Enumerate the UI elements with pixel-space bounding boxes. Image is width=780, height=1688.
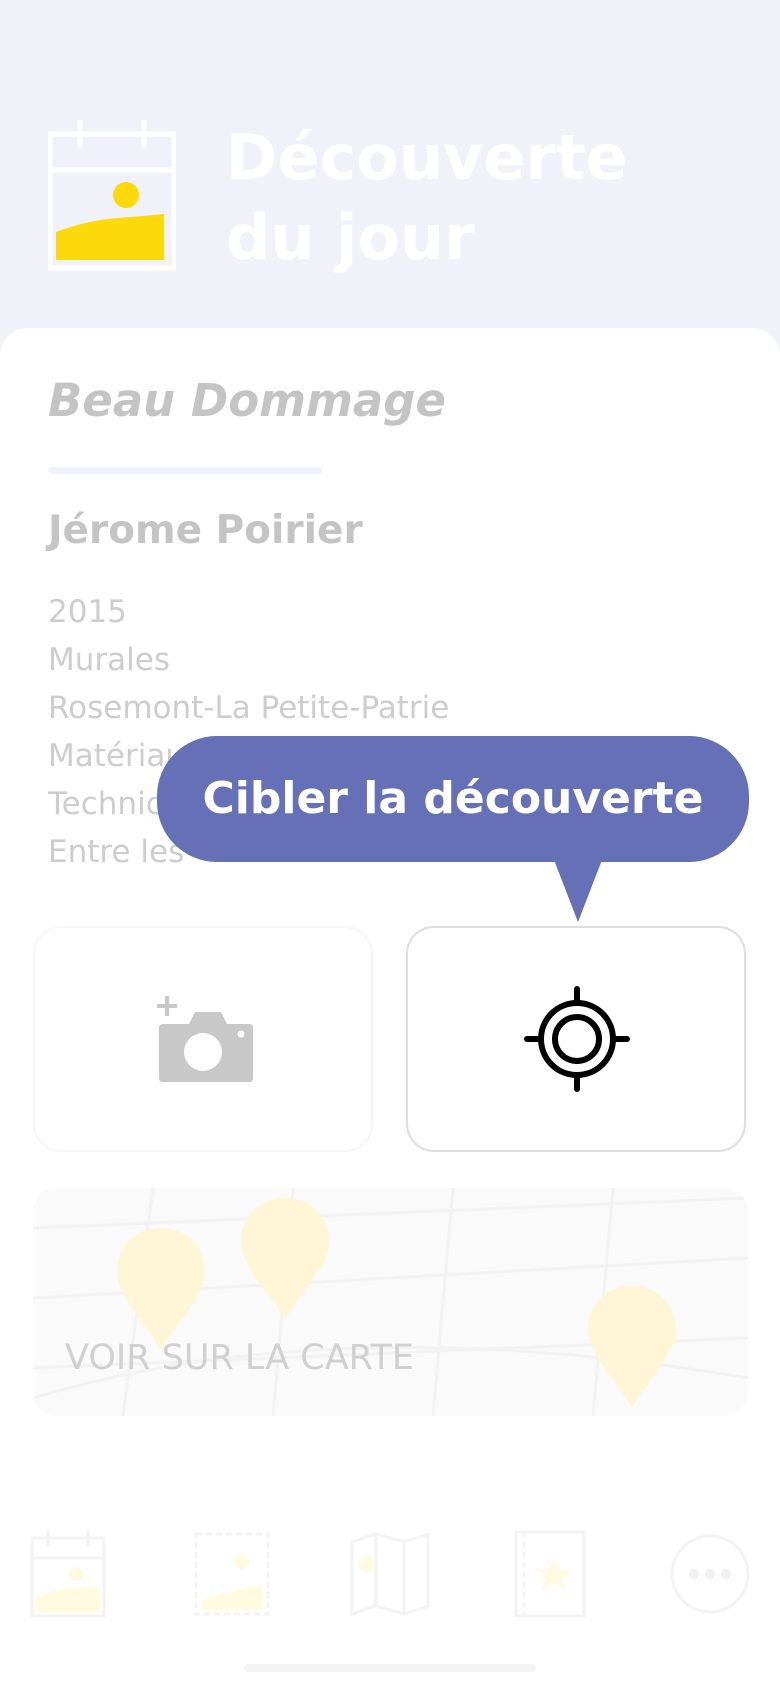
target-discovery-button[interactable]: [406, 926, 746, 1152]
add-photo-button[interactable]: [33, 926, 373, 1152]
nav-more-icon[interactable]: [668, 1532, 752, 1616]
map-pin-icon: [588, 1286, 676, 1408]
nav-calendar-image-icon[interactable]: [30, 1530, 106, 1618]
view-on-map-label: VOIR SUR LA CARTE: [65, 1338, 414, 1378]
tooltip-pointer: [554, 860, 602, 922]
page-title-line2: du jour: [226, 201, 475, 274]
nav-map-icon[interactable]: [350, 1530, 430, 1618]
map-preview[interactable]: VOIR SUR LA CARTE: [33, 1188, 748, 1416]
nav-gallery-icon[interactable]: [194, 1530, 270, 1618]
home-indicator: [244, 1664, 536, 1672]
target-tooltip: Cibler la découverte: [157, 736, 749, 862]
page-title-line1: Découverte: [226, 121, 628, 194]
crosshair-target-icon: [524, 986, 630, 1092]
detail-year: 2015: [48, 594, 127, 630]
calendar-image-icon: [48, 120, 176, 271]
map-pin-icon: [241, 1198, 329, 1320]
nav-favorites-book-icon[interactable]: [512, 1530, 588, 1618]
header: Découverte du jour: [0, 0, 780, 330]
map-pin-icon: [117, 1228, 205, 1350]
artist-name: Jérome Poirier: [48, 508, 363, 553]
page-title: Découverte du jour: [226, 118, 628, 278]
detail-borough: Rosemont-La Petite-Patrie: [48, 690, 450, 726]
detail-category: Murales: [48, 642, 170, 678]
title-divider: [48, 467, 322, 474]
add-camera-icon: [157, 996, 253, 1082]
artwork-title: Beau Dommage: [48, 374, 447, 427]
